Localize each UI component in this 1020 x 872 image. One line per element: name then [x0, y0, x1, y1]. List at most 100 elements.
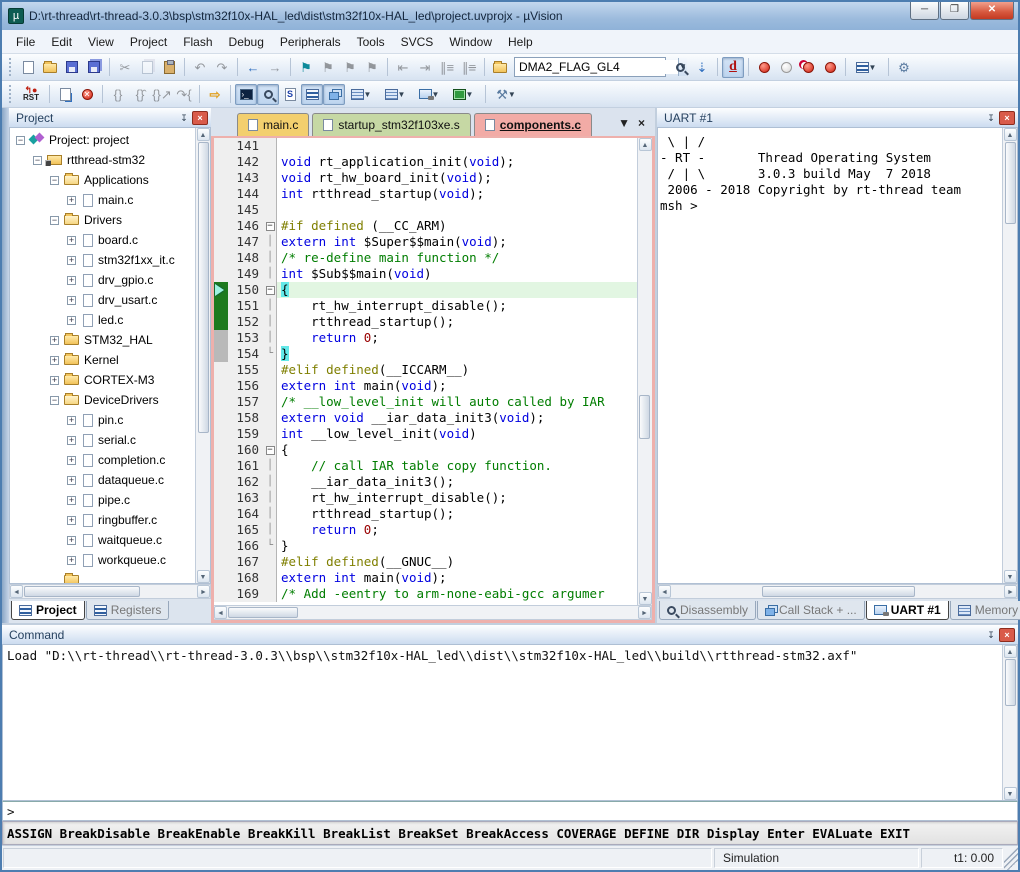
fold-margin[interactable]: │	[264, 506, 277, 522]
code-line-148[interactable]: 148 │ /* re-define main function */	[214, 250, 637, 266]
close-icon[interactable]: ×	[999, 628, 1015, 642]
undo-button[interactable]: ↶	[189, 57, 211, 78]
tree-item-stm32-hal[interactable]: + STM32_HAL	[10, 330, 195, 350]
fold-margin[interactable]	[264, 426, 277, 442]
project-panel-header[interactable]: Project ↧ ×	[9, 108, 211, 128]
uncomment-button[interactable]: ∥≡	[458, 57, 480, 78]
fold-margin[interactable]	[264, 186, 277, 202]
close-icon[interactable]: ×	[192, 111, 208, 125]
window-layout-button[interactable]: ▼	[850, 57, 884, 78]
code-line-142[interactable]: 142 void rt_application_init(void);	[214, 154, 637, 170]
expand-icon[interactable]: +	[67, 556, 76, 565]
coverage-mark[interactable]	[214, 330, 228, 346]
tab-call-stack[interactable]: Call Stack + ...	[757, 601, 865, 620]
call-stack-window-button[interactable]	[323, 84, 345, 105]
fold-margin[interactable]	[264, 570, 277, 586]
scroll-left-icon[interactable]: ◄	[658, 585, 671, 598]
configure-tools-button[interactable]: ⚙	[893, 57, 915, 78]
expand-icon[interactable]: +	[67, 536, 76, 545]
tree-item-drivers[interactable]: − Drivers	[10, 210, 195, 230]
code-line-157[interactable]: 157 /* __low_level_init will auto called…	[214, 394, 637, 410]
project-tree-hscrollbar[interactable]: ◄ ►	[9, 584, 211, 599]
code-line-149[interactable]: 149 │ int $Sub$$main(void)	[214, 266, 637, 282]
resize-grip-icon[interactable]	[1004, 846, 1018, 870]
step-over-button[interactable]: {}̂	[129, 84, 151, 105]
scroll-left-icon[interactable]: ◄	[214, 606, 227, 619]
start-debug-session-button[interactable]: d	[722, 57, 744, 78]
breakpoint-margin[interactable]	[214, 586, 228, 602]
scrollbar-thumb[interactable]	[228, 607, 298, 618]
fold-margin[interactable]: └	[264, 538, 277, 554]
toolbar-grip[interactable]	[9, 85, 13, 103]
tree-item-drv-gpio-c[interactable]: + drv_gpio.c	[10, 270, 195, 290]
code-line-141[interactable]: 141	[214, 138, 637, 154]
scrollbar-thumb[interactable]	[762, 586, 915, 597]
fold-margin[interactable]: │	[264, 490, 277, 506]
code-editor[interactable]: 141 142 void rt_application_init(void); …	[214, 138, 637, 605]
paste-button[interactable]	[158, 57, 180, 78]
breakpoint-margin[interactable]	[214, 522, 228, 538]
tree-item-board-c[interactable]: + board.c	[10, 230, 195, 250]
expand-icon[interactable]: +	[50, 376, 59, 385]
collapse-icon[interactable]: −	[16, 136, 25, 145]
code-line-155[interactable]: 155 #elif defined(__ICCARM__)	[214, 362, 637, 378]
breakpoint-margin[interactable]	[214, 506, 228, 522]
unindent-button[interactable]: ⇤	[392, 57, 414, 78]
fold-margin[interactable]: −	[264, 282, 277, 298]
fold-collapse-icon[interactable]: −	[266, 222, 275, 231]
menu-window[interactable]: Window	[441, 32, 500, 52]
open-file-button[interactable]	[39, 57, 61, 78]
search-input[interactable]	[515, 60, 678, 74]
coverage-mark[interactable]	[214, 346, 228, 362]
scroll-down-icon[interactable]: ▼	[1004, 787, 1017, 800]
fold-margin[interactable]: │	[264, 314, 277, 330]
copy-button[interactable]	[136, 57, 158, 78]
uart-vscrollbar[interactable]: ▲ ▼	[1002, 128, 1017, 583]
code-line-156[interactable]: 156 extern int main(void);	[214, 378, 637, 394]
uart-hscrollbar[interactable]: ◄ ►	[657, 584, 1018, 599]
watch-window-button[interactable]: ▼	[345, 84, 379, 105]
scroll-right-icon[interactable]: ►	[638, 606, 651, 619]
code-line-165[interactable]: 165 │ return 0;	[214, 522, 637, 538]
serial-window-button[interactable]: ▼	[413, 84, 447, 105]
title-bar[interactable]: µ D:\rt-thread\rt-thread-3.0.3\bsp\stm32…	[2, 2, 1018, 30]
fold-margin[interactable]: │	[264, 458, 277, 474]
tree-item-cortex-m3[interactable]: + CORTEX-M3	[10, 370, 195, 390]
command-input-line[interactable]: >	[2, 801, 1018, 821]
scroll-up-icon[interactable]: ▲	[1004, 128, 1017, 141]
expand-icon[interactable]: +	[50, 336, 59, 345]
expand-icon[interactable]: +	[67, 236, 76, 245]
code-line-168[interactable]: 168 extern int main(void);	[214, 570, 637, 586]
previous-bookmark-button[interactable]: ⚑	[317, 57, 339, 78]
tree-item-ringbuffer-c[interactable]: + ringbuffer.c	[10, 510, 195, 530]
menu-view[interactable]: View	[80, 32, 122, 52]
scroll-up-icon[interactable]: ▲	[639, 138, 652, 151]
fold-margin[interactable]	[264, 586, 277, 602]
analysis-window-button[interactable]: ▼	[447, 84, 481, 105]
disable-breakpoint-button[interactable]	[775, 57, 797, 78]
scroll-left-icon[interactable]: ◄	[10, 585, 23, 598]
code-line-143[interactable]: 143 void rt_hw_board_init(void);	[214, 170, 637, 186]
toggle-bookmark-button[interactable]: ⚑	[295, 57, 317, 78]
breakpoint-margin[interactable]	[214, 186, 228, 202]
code-line-159[interactable]: 159 int __low_level_init(void)	[214, 426, 637, 442]
fold-margin[interactable]: └	[264, 346, 277, 362]
breakpoint-margin[interactable]	[214, 570, 228, 586]
fold-margin[interactable]: │	[264, 298, 277, 314]
tree-item-applications[interactable]: − Applications	[10, 170, 195, 190]
tree-item-stm32f1xx-it-c[interactable]: + stm32f1xx_it.c	[10, 250, 195, 270]
scroll-down-icon[interactable]: ▼	[639, 592, 652, 605]
collapse-icon[interactable]: −	[33, 156, 42, 165]
code-line-162[interactable]: 162 │ __iar_data_init3();	[214, 474, 637, 490]
code-line-150[interactable]: 150 − {	[214, 282, 637, 298]
kill-all-breakpoints-button[interactable]	[819, 57, 841, 78]
collapse-icon[interactable]: −	[50, 216, 59, 225]
incremental-find-button[interactable]: ⇣	[691, 57, 713, 78]
code-line-151[interactable]: 151 │ rt_hw_interrupt_disable();	[214, 298, 637, 314]
editor-tab-components-c[interactable]: components.c	[474, 113, 592, 136]
command-window-button[interactable]: ›_	[235, 84, 257, 105]
coverage-mark[interactable]	[214, 282, 228, 298]
code-line-164[interactable]: 164 │ rtthread_startup();	[214, 506, 637, 522]
fold-margin[interactable]	[264, 138, 277, 154]
fold-margin[interactable]	[264, 394, 277, 410]
